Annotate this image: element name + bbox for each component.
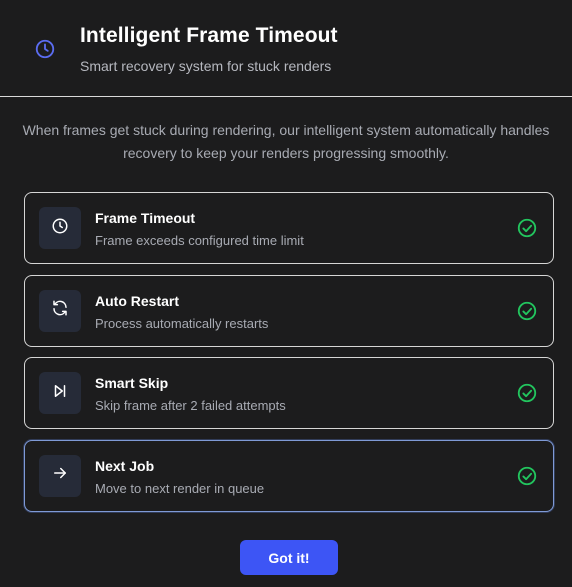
step-icon-box xyxy=(39,289,81,332)
frame-timeout-dialog: Intelligent Frame Timeout Smart recovery… xyxy=(0,0,572,587)
step-description: Skip frame after 2 failed attempts xyxy=(95,398,286,413)
step-icon-box xyxy=(39,454,81,497)
dialog-description: When frames get stuck during rendering, … xyxy=(22,122,550,161)
dialog-title: Intelligent Frame Timeout xyxy=(80,24,338,47)
got-it-button[interactable]: Got it! xyxy=(240,540,338,575)
step-title: Next Job xyxy=(95,457,155,474)
step-title: Smart Skip xyxy=(95,375,169,391)
refresh-icon xyxy=(51,299,69,322)
arrow-right-icon xyxy=(51,464,69,487)
clock-icon xyxy=(51,217,69,240)
dialog-header: Intelligent Frame Timeout Smart recovery… xyxy=(0,0,572,97)
step-title: Auto Restart xyxy=(95,292,180,309)
step-smart-skip: Smart Skip Skip frame after 2 failed att… xyxy=(24,357,554,429)
step-icon-box xyxy=(39,372,81,414)
check-circle-icon xyxy=(516,465,538,487)
skip-forward-icon xyxy=(51,382,69,405)
dialog-subtitle: Smart recovery system for stuck renders xyxy=(80,58,332,74)
clock-icon xyxy=(34,38,56,60)
check-circle-icon xyxy=(516,382,538,404)
check-circle-icon xyxy=(516,217,538,239)
step-description: Frame exceeds configured time limit xyxy=(95,233,304,248)
step-auto-restart: Auto Restart Process automatically resta… xyxy=(24,274,554,347)
step-next-job: Next Job Move to next render in queue xyxy=(24,439,554,512)
step-description: Process automatically restarts xyxy=(95,315,269,331)
check-circle-icon xyxy=(516,300,538,322)
step-description: Move to next render in queue xyxy=(95,480,265,496)
step-icon-box xyxy=(39,207,81,249)
step-frame-timeout: Frame Timeout Frame exceeds configured t… xyxy=(24,192,554,264)
recovery-steps-list: Frame Timeout Frame exceeds configured t… xyxy=(24,192,554,522)
step-title: Frame Timeout xyxy=(95,210,196,226)
